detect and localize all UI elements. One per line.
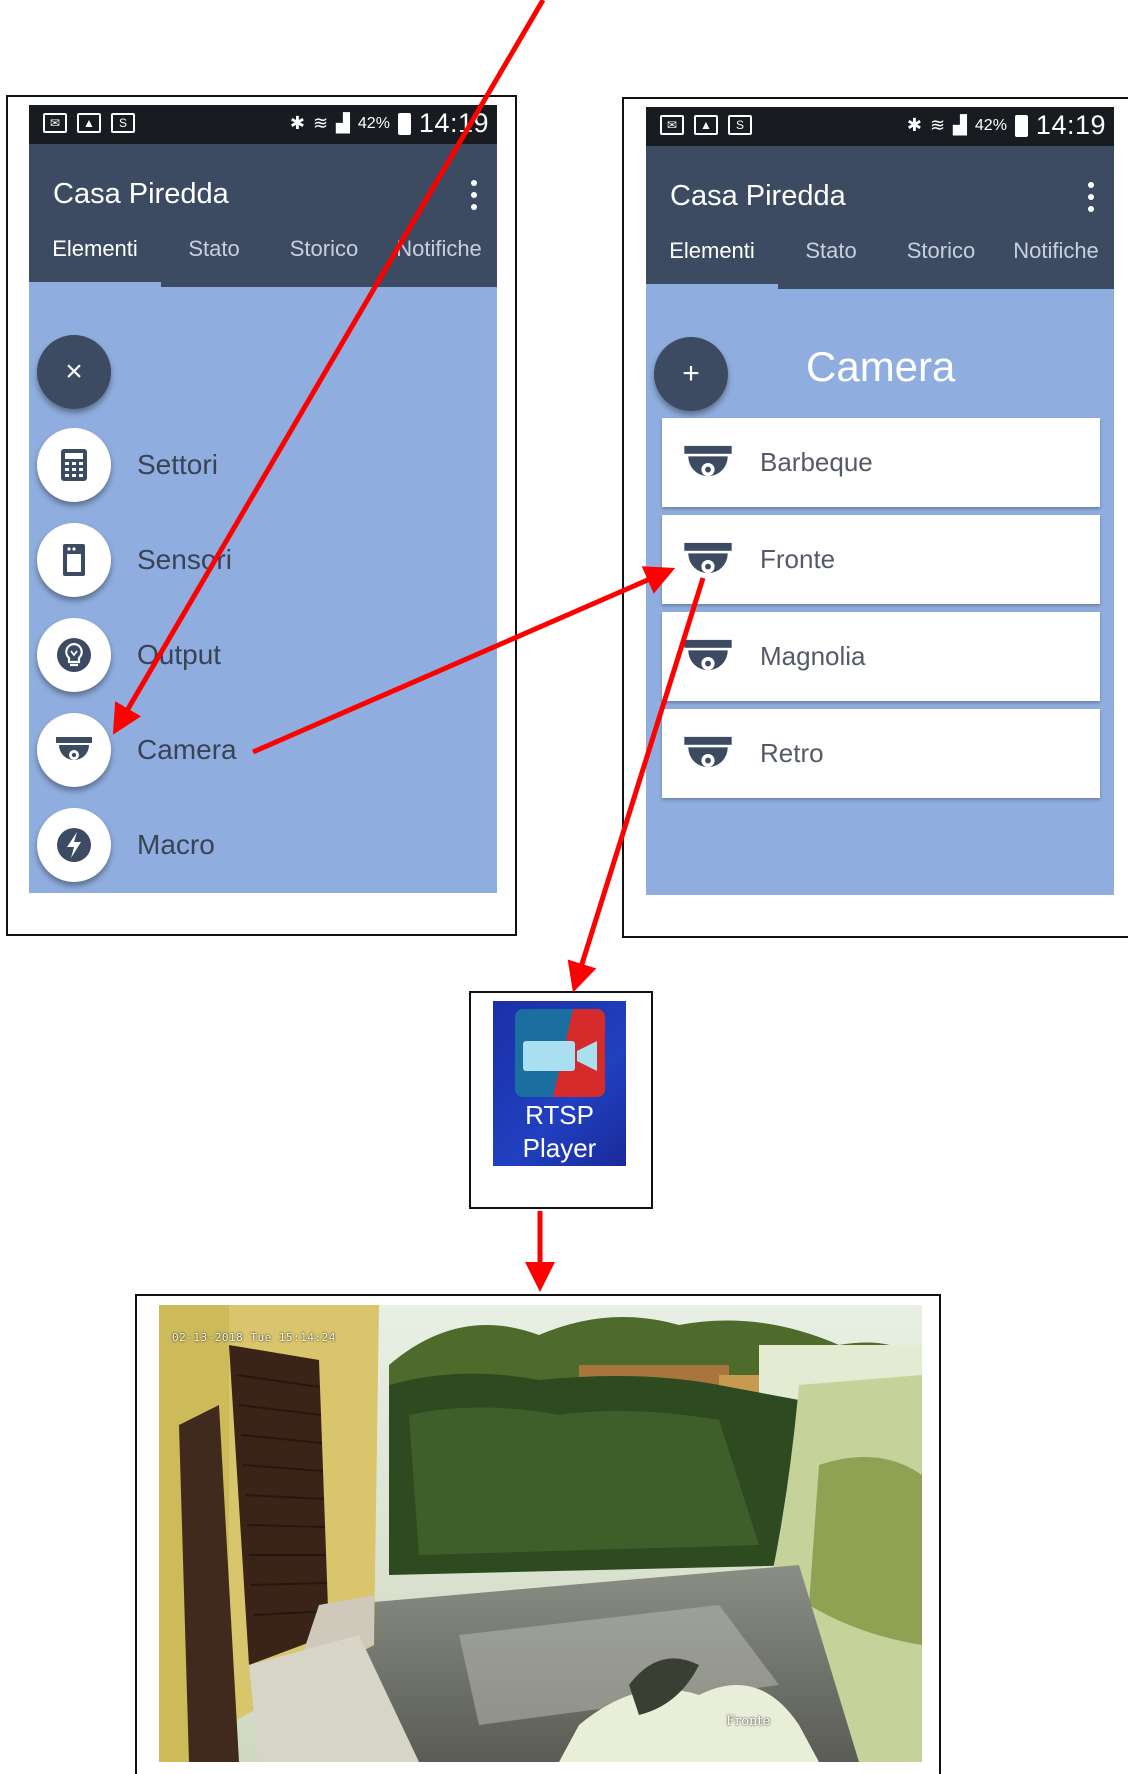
tab-stato[interactable]: Stato: [161, 219, 267, 287]
bluetooth-icon: ✱: [289, 113, 305, 133]
app-title: Casa Piredda: [670, 180, 846, 212]
status-bar: ✉ ▲ S ✱ ≋ ▟ 42% 14:19: [29, 105, 497, 144]
menu-label-output: Output: [137, 639, 222, 670]
dome-camera-icon: [680, 443, 736, 483]
gallery-icon: ▲: [77, 113, 101, 133]
camera-card-label: Retro: [760, 738, 824, 768]
left-phone-screen: ✉ ▲ S ✱ ≋ ▟ 42% 14:19 Casa Piredda Eleme…: [29, 105, 497, 893]
wifi-icon: ≋: [929, 115, 946, 135]
mail-icon: ✉: [43, 113, 67, 133]
battery-icon: [1014, 114, 1028, 137]
close-icon: ×: [65, 355, 83, 388]
battery-percent: 42%: [357, 114, 390, 132]
wifi-icon: ≋: [312, 113, 329, 133]
overflow-menu-icon[interactable]: [469, 180, 479, 210]
rtsp-label-line2: Player: [522, 1133, 597, 1163]
app-notification-icon: S: [728, 115, 752, 135]
tab-storico[interactable]: Storico: [884, 221, 998, 289]
menu-item-camera[interactable]: Camera: [37, 710, 237, 790]
camera-card-fronte[interactable]: Fronte: [662, 515, 1100, 604]
keypad-icon: [37, 428, 111, 502]
menu-label-settori: Settori: [137, 449, 218, 480]
dome-camera-icon: [37, 713, 111, 787]
lightning-icon: [37, 808, 111, 882]
camera-timestamp: 02-13-2018 Tue 15:14:24: [172, 1331, 336, 1344]
section-title: Camera: [806, 343, 956, 390]
camera-card-label: Magnolia: [760, 641, 866, 671]
battery-icon: [397, 112, 411, 135]
overflow-menu-icon[interactable]: [1086, 182, 1096, 212]
menu-label-sensori: Sensori: [137, 544, 232, 575]
signal-icon: ▟: [336, 113, 350, 133]
camera-card-barbeque[interactable]: Barbeque: [662, 418, 1100, 507]
clock: 14:19: [1035, 110, 1106, 140]
camera-card-retro[interactable]: Retro: [662, 709, 1100, 798]
mail-icon: ✉: [660, 115, 684, 135]
menu-label-macro: Macro: [137, 829, 215, 860]
app-notification-icon: S: [111, 113, 135, 133]
add-fab-button[interactable]: +: [654, 337, 728, 411]
rtsp-player-label: RTSP Player: [493, 1099, 626, 1165]
camera-card-magnolia[interactable]: Magnolia: [662, 612, 1100, 701]
tab-bar: Elementi Stato Storico Notifiche: [29, 219, 497, 287]
signal-icon: ▟: [953, 115, 967, 135]
close-fab-button[interactable]: ×: [37, 335, 111, 409]
status-bar: ✉ ▲ S ✱ ≋ ▟ 42% 14:19: [646, 107, 1114, 146]
tab-bar: Elementi Stato Storico Notifiche: [646, 221, 1114, 289]
app-bar: Casa Piredda Elementi Stato Storico Noti…: [646, 146, 1114, 289]
battery-percent: 42%: [974, 116, 1007, 134]
menu-label-camera: Camera: [137, 734, 237, 765]
video-camera-icon: [515, 1009, 605, 1097]
door-sensor-icon: [37, 523, 111, 597]
tab-stato[interactable]: Stato: [778, 221, 884, 289]
dome-camera-icon: [680, 637, 736, 677]
rtsp-label-line1: RTSP: [525, 1100, 594, 1130]
tab-elementi[interactable]: Elementi: [646, 221, 778, 289]
right-phone-screen: ✉ ▲ S ✱ ≋ ▟ 42% 14:19 Casa Piredda Eleme…: [646, 107, 1114, 895]
app-bar: Casa Piredda Elementi Stato Storico Noti…: [29, 144, 497, 287]
camera-card-label: Barbeque: [760, 447, 873, 477]
menu-item-sensori[interactable]: Sensori: [37, 520, 232, 600]
menu-item-macro[interactable]: Macro: [37, 805, 215, 885]
rtsp-player-app-icon[interactable]: RTSP Player: [493, 1001, 626, 1166]
gallery-icon: ▲: [694, 115, 718, 135]
camera-name-overlay: Fronte: [726, 1714, 771, 1729]
tab-storico[interactable]: Storico: [267, 219, 381, 287]
camera-card-label: Fronte: [760, 544, 836, 574]
dome-camera-icon: [680, 540, 736, 580]
app-title: Casa Piredda: [53, 178, 229, 210]
add-icon: +: [682, 357, 700, 390]
menu-item-settori[interactable]: Settori: [37, 425, 218, 505]
tab-notifiche[interactable]: Notifiche: [998, 221, 1114, 289]
menu-item-output[interactable]: Output: [37, 615, 221, 695]
bluetooth-icon: ✱: [906, 115, 922, 135]
dome-camera-icon: [680, 734, 736, 774]
tab-elementi[interactable]: Elementi: [29, 219, 161, 287]
tab-notifiche[interactable]: Notifiche: [381, 219, 497, 287]
camera-feed-image: 02-13-2018 Tue 15:14:24 Fronte: [159, 1305, 922, 1762]
bulb-icon: [37, 618, 111, 692]
clock: 14:19: [418, 108, 489, 138]
